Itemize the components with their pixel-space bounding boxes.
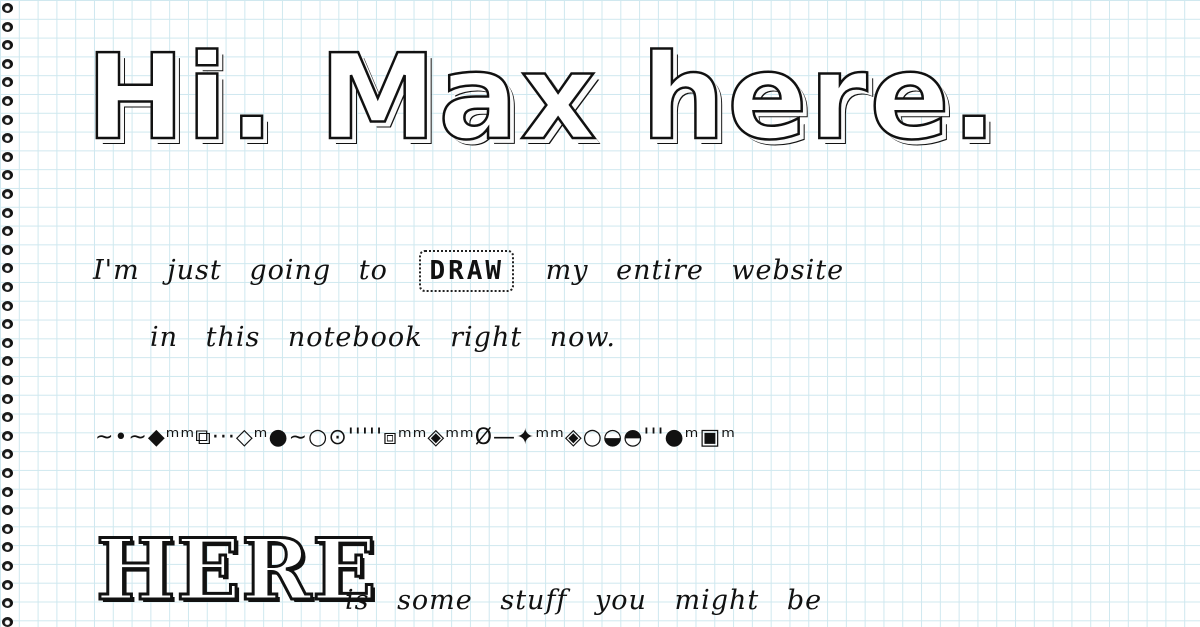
notebook-page: Hi. Max here. I'm just going to DRAW my … <box>0 0 1200 627</box>
draw-emphasis: DRAW <box>419 250 515 292</box>
here-text: is some stuff you might be <box>345 585 823 616</box>
doodle-divider: ~•~◆ᵐᵐ⧉···◇ᵐ●∼○⊙'''''⧈ᵐᵐ◈ᵐᵐØ—✦ᵐᵐ◈○◒◓'''●… <box>95 425 736 450</box>
intro-line-2: in this notebook right now. <box>150 322 616 353</box>
intro-line-1: I'm just going to DRAW my entire website <box>93 250 844 292</box>
intro-text-after: my entire website <box>545 255 845 286</box>
intro-text-before: I'm just going to <box>93 255 388 286</box>
page-title: Hi. Max here. <box>85 28 999 166</box>
here-heading: HERE <box>94 520 378 619</box>
